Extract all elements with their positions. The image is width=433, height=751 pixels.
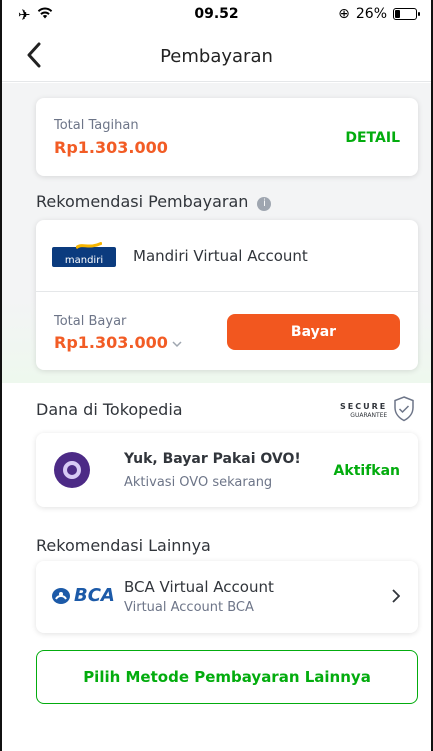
ovo-headline: Yuk, Bayar Pakai OVO! <box>124 451 301 467</box>
page-title: Pembayaran <box>160 46 273 67</box>
total-tagihan-card: Total Tagihan Rp1.303.000 DETAIL <box>36 98 418 176</box>
status-right: ⊕ 26% <box>338 6 420 22</box>
bca-method-sub: Virtual Account BCA <box>124 600 254 615</box>
secure-guarantee-badge: SECURE GUARANTEE <box>340 396 415 426</box>
total-tagihan-label: Total Tagihan <box>54 118 139 133</box>
lainnya-title: Rekomendasi Lainnya <box>36 536 211 555</box>
status-bar: ✈ 09.52 ⊕ 26% <box>2 0 431 30</box>
ovo-card[interactable]: Yuk, Bayar Pakai OVO! Aktivasi OVO sekar… <box>36 433 418 507</box>
bayar-button[interactable]: Bayar <box>227 314 400 350</box>
bca-method-name: BCA Virtual Account <box>124 578 274 596</box>
secure-label: SECURE <box>340 402 388 411</box>
aktifkan-link[interactable]: Aktifkan <box>334 463 400 479</box>
dana-title: Dana di Tokopedia <box>36 400 183 419</box>
shield-check-icon <box>393 396 415 426</box>
battery-percent: 26% <box>355 6 387 22</box>
total-bayar-toggle[interactable]: Rp1.303.000 <box>54 333 182 352</box>
mandiri-method-name: Mandiri Virtual Account <box>133 247 308 265</box>
battery-icon <box>393 8 420 20</box>
mandiri-logo-text: mandiri <box>64 255 104 266</box>
mandiri-logo: mandiri <box>52 242 116 267</box>
secure-guarantee-text: SECURE GUARANTEE <box>340 402 387 420</box>
rekomendasi-card: mandiri Mandiri Virtual Account Total Ba… <box>36 220 418 370</box>
bca-logo: BCA <box>52 585 115 606</box>
ovo-subtitle: Aktivasi OVO sekarang <box>124 475 273 490</box>
ovo-logo-icon <box>54 452 90 488</box>
phone-screen: ✈ 09.52 ⊕ 26% Pembayaran Total Tagihan R… <box>0 0 433 751</box>
total-bayar-amount: Rp1.303.000 <box>54 333 168 352</box>
guarantee-label: GUARANTEE <box>350 412 388 419</box>
info-icon[interactable]: i <box>257 197 272 211</box>
rekomendasi-title-text: Rekomendasi Pembayaran <box>36 192 249 211</box>
orientation-lock-icon: ⊕ <box>338 6 350 22</box>
bca-emblem-icon <box>52 587 70 604</box>
header: Pembayaran <box>2 36 431 82</box>
pilih-metode-lainnya-button[interactable]: Pilih Metode Pembayaran Lainnya <box>36 650 418 704</box>
bca-method-card[interactable]: BCA BCA Virtual Account Virtual Account … <box>36 561 418 633</box>
battery-level <box>395 10 400 18</box>
chevron-right-icon <box>392 588 401 607</box>
chevron-down-icon <box>172 333 182 352</box>
mandiri-method-row[interactable]: mandiri Mandiri Virtual Account <box>36 220 418 292</box>
total-tagihan-amount: Rp1.303.000 <box>54 138 168 157</box>
total-bayar-label: Total Bayar <box>54 314 127 329</box>
detail-link[interactable]: DETAIL <box>345 130 400 146</box>
bca-logo-text: BCA <box>74 585 115 606</box>
rekomendasi-title: Rekomendasi Pembayaran i <box>36 192 272 211</box>
